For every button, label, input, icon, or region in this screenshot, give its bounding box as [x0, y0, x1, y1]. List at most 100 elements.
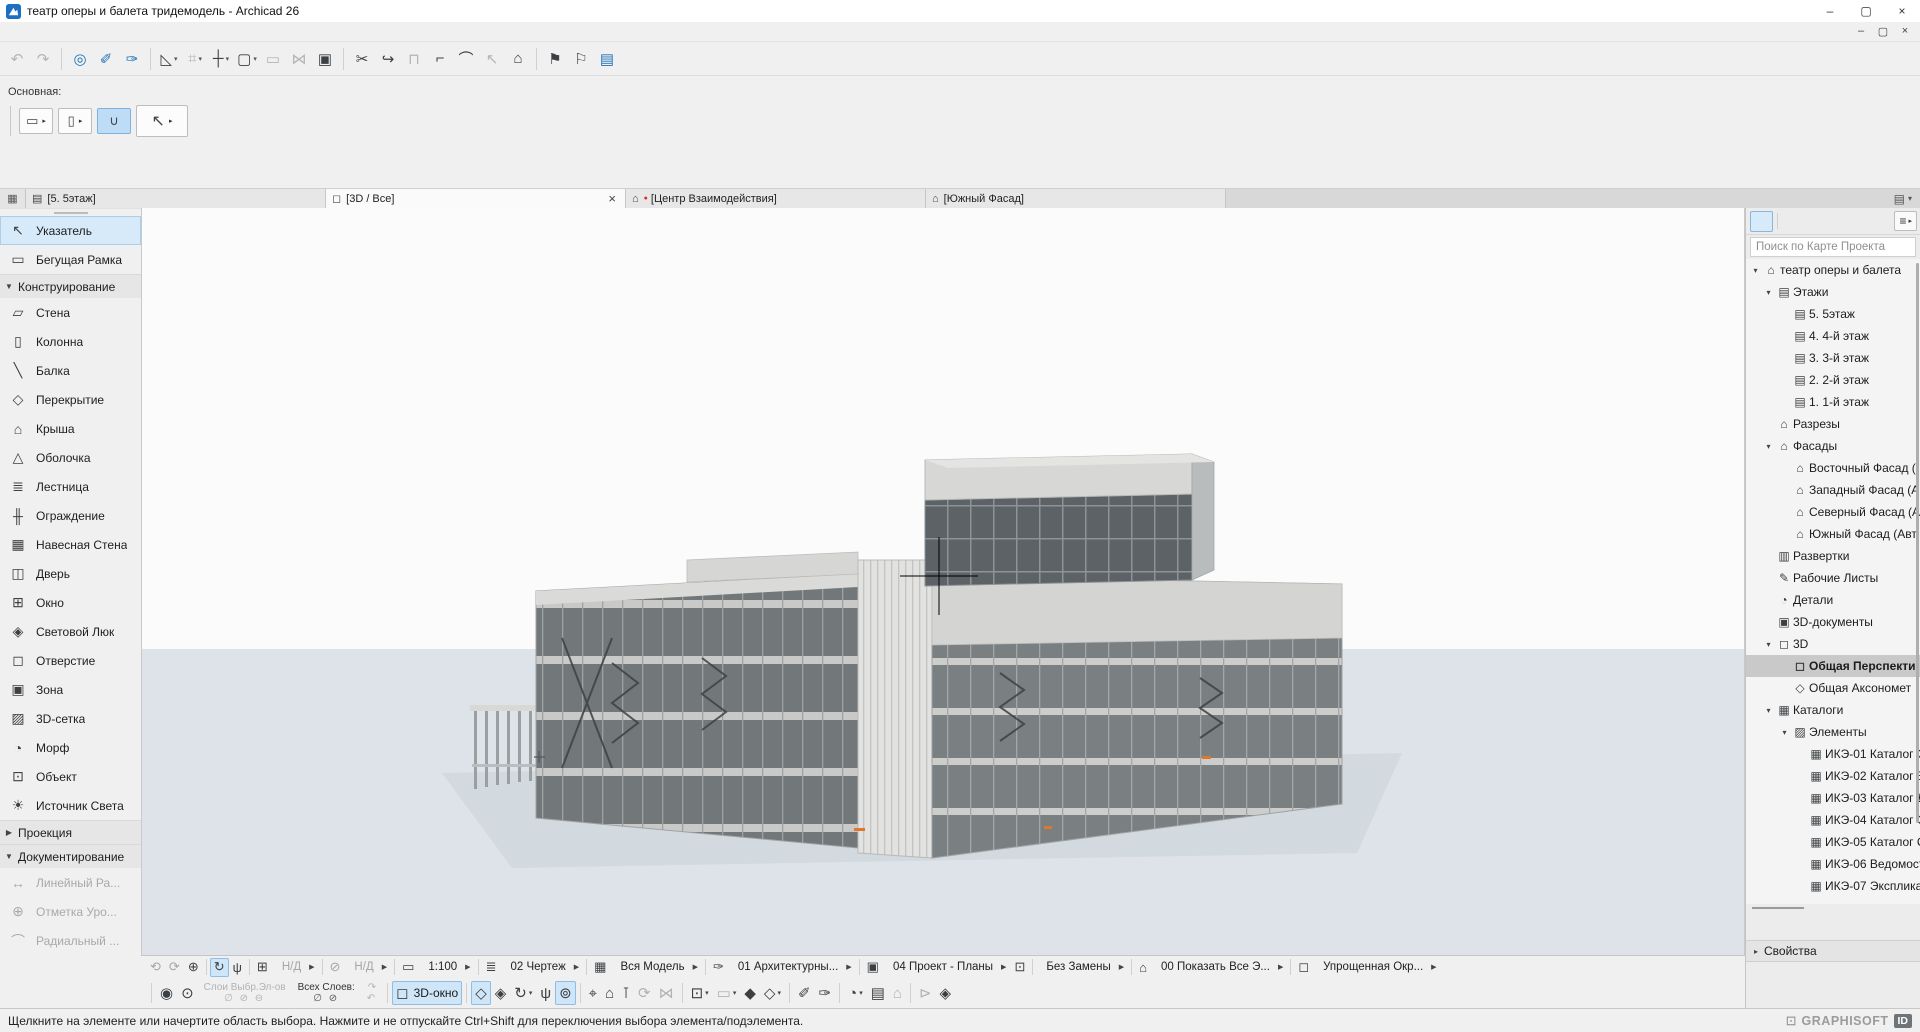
- toolbox-item[interactable]: ◫ Дверь: [0, 559, 141, 588]
- quick-option[interactable]: ⟲: [146, 958, 165, 977]
- bottom-toolbar-button[interactable]: ⊙: [177, 981, 198, 1005]
- toolbar-button[interactable]: ↷: [31, 46, 55, 72]
- view-tab[interactable]: ⌂ [Южный Фасад]: [926, 189, 1226, 208]
- tree-item[interactable]: ▤ 2. 2-й этаж: [1746, 369, 1920, 391]
- tab-close-button[interactable]: ×: [605, 191, 619, 206]
- bottom-toolbar-button[interactable]: ⌖: [585, 981, 601, 1005]
- toolbar-button[interactable]: ▭: [261, 46, 285, 72]
- search-input[interactable]: [1750, 237, 1916, 257]
- scrollbar-thumb[interactable]: [1916, 263, 1919, 823]
- quick-option[interactable]: ✑: [709, 958, 728, 977]
- bottom-toolbar-button[interactable]: ⊡ ▾: [687, 981, 713, 1005]
- toolbar-button[interactable]: ✑: [120, 46, 144, 72]
- toolbar-button[interactable]: ⋈: [287, 46, 311, 72]
- toolbox-item[interactable]: ▯ Колонна: [0, 327, 141, 356]
- quick-option[interactable]: ◻: [1294, 958, 1313, 977]
- quick-option[interactable]: ⟳: [165, 958, 184, 977]
- quick-option[interactable]: 00 Показать Все Э... ▶: [1151, 958, 1287, 977]
- navigator-action-button[interactable]: [1780, 916, 1802, 936]
- navigator-action-button[interactable]: [1750, 916, 1772, 936]
- tree-item[interactable]: ▣ 3D-документы: [1746, 611, 1920, 633]
- quick-option[interactable]: ▭: [398, 958, 418, 977]
- maximize-button[interactable]: ▢: [1848, 0, 1884, 22]
- tree-item[interactable]: ▾ ⌂ Фасады: [1746, 435, 1920, 457]
- tab-overview-button[interactable]: ▦: [0, 189, 26, 208]
- tree-item[interactable]: ▦ ИКЭ-02 Каталог Е: [1746, 765, 1920, 787]
- tree-item[interactable]: ◻ Общая Перспекти: [1746, 655, 1920, 677]
- close-button[interactable]: ×: [1884, 0, 1920, 22]
- toolbar-button[interactable]: ✐: [94, 46, 118, 72]
- bottom-toolbar-button[interactable]: ◇: [471, 981, 491, 1005]
- quick-option[interactable]: ▦: [590, 958, 610, 977]
- toolbox-item[interactable]: ⌂ Крыша: [0, 414, 141, 443]
- tree-item[interactable]: ▤ 4. 4-й этаж: [1746, 325, 1920, 347]
- expander-icon[interactable]: ▾: [1778, 728, 1791, 737]
- tree-item[interactable]: ⌂ Разрезы: [1746, 413, 1920, 435]
- bottom-toolbar-button[interactable]: ⟳: [634, 981, 655, 1005]
- toolbox-item[interactable]: ▨ 3D-сетка: [0, 704, 141, 733]
- tree-item[interactable]: ◇ Общая Аксономет: [1746, 677, 1920, 699]
- quick-option[interactable]: ⊘: [326, 958, 345, 977]
- quick-option[interactable]: Н/Д ▶: [344, 958, 391, 977]
- toolbox-item[interactable]: ↔ Линейный Ра...: [0, 868, 141, 897]
- quick-option[interactable]: ⊞: [253, 958, 272, 977]
- bottom-toolbar-button[interactable]: ⌂: [601, 981, 618, 1005]
- bottom-toolbar-button[interactable]: ◇ ▾: [760, 981, 785, 1005]
- quick-option[interactable]: Упрощенная Окр... ▶: [1313, 958, 1440, 977]
- bottom-toolbar-button[interactable]: ⌂: [889, 981, 906, 1005]
- bottom-toolbar-button[interactable]: ◻ 3D-окно: [392, 981, 462, 1005]
- toolbar-button[interactable]: ▢ ▾: [235, 46, 259, 72]
- quick-option[interactable]: Вся Модель ▶: [610, 958, 702, 977]
- toolbar-button[interactable]: ⊓: [402, 46, 426, 72]
- horizontal-scrollbar[interactable]: [1746, 904, 1920, 912]
- navigator-action-button[interactable]: [1810, 916, 1832, 936]
- toolbox-item[interactable]: ≣ Лестница: [0, 472, 141, 501]
- expander-icon[interactable]: ▾: [1762, 442, 1775, 451]
- toolbox-item[interactable]: ▭ Бегущая Рамка: [0, 245, 141, 274]
- toolbox-item[interactable]: ▼ Документирование: [0, 844, 141, 868]
- view-tab[interactable]: ⌂ ● [Центр Взаимодействия]: [626, 189, 926, 208]
- tab-overflow-button[interactable]: ▤ ▾: [1894, 189, 1920, 208]
- toolbar-button[interactable]: ◎: [68, 46, 92, 72]
- tree-item[interactable]: ⌂ Восточный Фасад (: [1746, 457, 1920, 479]
- 3d-viewport[interactable]: [141, 208, 1745, 955]
- quick-option[interactable]: 1:100 ▶: [418, 958, 474, 977]
- quick-option[interactable]: ⌂: [1135, 958, 1151, 977]
- tree-item[interactable]: ▦ ИКЭ-07 Эксплика: [1746, 875, 1920, 897]
- toolbox-item[interactable]: ╫ Ограждение: [0, 501, 141, 530]
- tree-item[interactable]: ▦: [1746, 897, 1920, 904]
- toolbar-button[interactable]: ⚑: [543, 46, 567, 72]
- toolbar-button[interactable]: ⌒: [454, 46, 478, 72]
- tree-item[interactable]: ▾ ▦ Каталоги: [1746, 699, 1920, 721]
- tree-item[interactable]: ⌂ Северный Фасад (А: [1746, 501, 1920, 523]
- bottom-toolbar-button[interactable]: ✐: [794, 981, 815, 1005]
- tree-item[interactable]: ▦ ИКЭ-05 Каталог С: [1746, 831, 1920, 853]
- tree-item[interactable]: ▦ ИКЭ-03 Каталог Д: [1746, 787, 1920, 809]
- bottom-toolbar-button[interactable]: ↷ ↶: [361, 981, 383, 1005]
- toolbox-item[interactable]: ◻ Отверстие: [0, 646, 141, 675]
- toolbox-item[interactable]: ⊕ Отметка Уро...: [0, 897, 141, 926]
- quick-option[interactable]: 04 Проект - Планы ▶: [883, 958, 1010, 977]
- bottom-toolbar-button[interactable]: Всех Слоев: ∅ ⊘: [292, 981, 361, 1005]
- toolbar-button[interactable]: ┼ ▾: [209, 46, 233, 72]
- tree-item[interactable]: ▤ 5. 5этаж: [1746, 303, 1920, 325]
- bottom-toolbar-button[interactable]: ◈: [491, 981, 511, 1005]
- panel-grip[interactable]: [54, 212, 88, 214]
- toolbar-button[interactable]: ▤: [595, 46, 619, 72]
- bottom-toolbar-button[interactable]: ψ: [536, 981, 555, 1005]
- tree-item[interactable]: ▾ ◻ 3D: [1746, 633, 1920, 655]
- bottom-toolbar-button[interactable]: ◈: [936, 981, 956, 1005]
- properties-section-header[interactable]: ▸ Свойства: [1746, 940, 1920, 962]
- expander-icon[interactable]: ▾: [1762, 640, 1775, 649]
- quick-option[interactable]: Н/Д ▶: [272, 958, 319, 977]
- quick-option[interactable]: Без Замены ▶: [1036, 958, 1128, 977]
- bottom-toolbar-button[interactable]: ◔ ▾: [844, 981, 867, 1005]
- quick-option[interactable]: ≣: [482, 958, 501, 977]
- navigator-map-button[interactable]: [1782, 211, 1805, 232]
- toolbar-button[interactable]: ↪: [376, 46, 400, 72]
- bottom-toolbar-button[interactable]: ▭ ▾: [713, 981, 741, 1005]
- toolbox-item[interactable]: ◔ Морф: [0, 733, 141, 762]
- bottom-toolbar-button[interactable]: ◉: [156, 981, 177, 1005]
- toolbar-button[interactable]: ✂: [350, 46, 374, 72]
- navigator-menu-button[interactable]: ≡ ▸: [1894, 211, 1917, 231]
